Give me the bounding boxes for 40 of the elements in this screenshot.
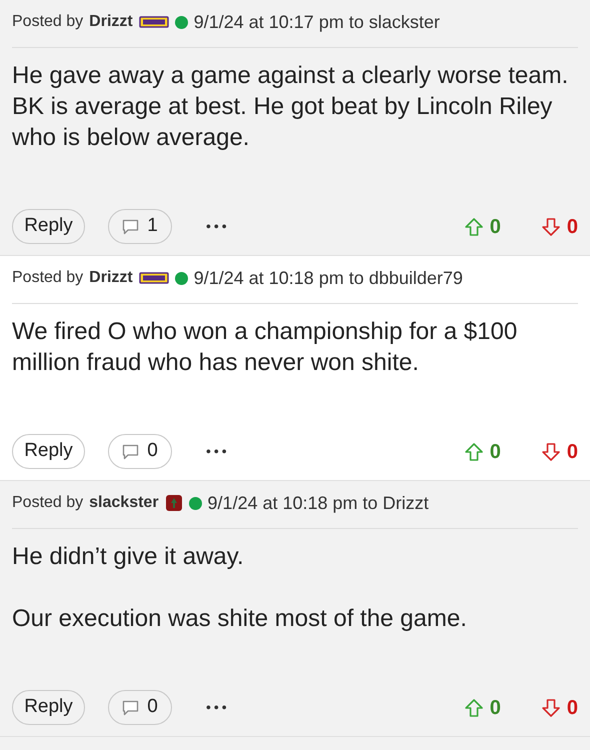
post-timestamp: 9/1/24 at 10:17 pm to slackster	[194, 10, 440, 34]
more-options-button[interactable]: •••	[206, 216, 230, 237]
upvote-count: 0	[490, 696, 501, 720]
team-logo-icon	[138, 16, 169, 28]
downvote-count: 0	[566, 696, 578, 720]
posted-by-label: Posted by	[12, 268, 84, 288]
team-logo-icon	[164, 494, 183, 512]
speech-bubble-icon	[122, 444, 140, 460]
comment-text: We fired O who won a championship for a $100 million fraud who has never won shite.	[12, 317, 518, 378]
downvote-arrow-icon[interactable]	[540, 442, 561, 462]
downvote-arrow-icon[interactable]	[540, 216, 561, 236]
reply-button[interactable]: Reply	[12, 434, 85, 469]
author-link[interactable]: Drizzt	[89, 266, 133, 290]
comment-text: Our execution was shite most of the game.	[12, 604, 468, 634]
team-logo-icon	[138, 272, 169, 284]
upvote-count: 0	[490, 214, 501, 240]
downvote-count: 0	[566, 440, 578, 464]
post-timestamp: 9/1/24 at 10:18 pm to Drizzt	[208, 492, 429, 515]
posted-by-label: Posted by	[12, 493, 84, 513]
comment-text: He didn’t give it away.	[12, 542, 245, 572]
upvote-count: 0	[490, 440, 501, 464]
posted-by-label: Posted by	[12, 12, 84, 32]
post-timestamp: 9/1/24 at 10:18 pm to dbbuilder79	[194, 266, 463, 290]
replies-button[interactable]: 0	[108, 434, 172, 469]
reply-button[interactable]: Reply	[12, 690, 85, 725]
more-options-button[interactable]: •••	[206, 441, 230, 462]
downvote-count: 0	[566, 214, 578, 240]
author-link[interactable]: slackster	[89, 491, 159, 515]
author-link[interactable]: Drizzt	[89, 10, 133, 34]
reply-button[interactable]: Reply	[12, 209, 85, 244]
replies-button[interactable]: 0	[108, 690, 172, 725]
upvote-arrow-icon[interactable]	[464, 442, 484, 462]
upvote-arrow-icon[interactable]	[464, 216, 484, 236]
downvote-arrow-icon[interactable]	[540, 698, 561, 718]
more-options-button[interactable]: •••	[206, 697, 230, 718]
speech-bubble-icon	[122, 700, 140, 716]
upvote-arrow-icon[interactable]	[464, 698, 484, 718]
comment-text: He gave away a game against a clearly worse team. BK is average at best. He got beat by Lincoln Riley who is below average.	[12, 61, 570, 153]
replies-button[interactable]: 1	[108, 209, 172, 244]
speech-bubble-icon	[122, 218, 140, 234]
